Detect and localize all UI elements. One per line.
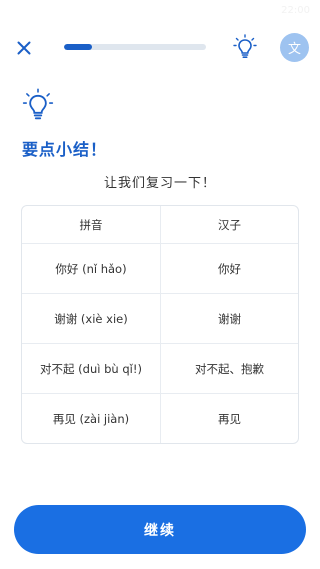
- summary-title: 要点小结！: [22, 140, 108, 159]
- table-row: 谢谢 (xiè xie) 谢谢: [22, 294, 298, 344]
- table-header-row: 拼音 汉子: [22, 206, 298, 244]
- table-row: 你好 (nǐ hǎo) 你好: [22, 244, 298, 294]
- lightbulb-icon: [233, 34, 257, 58]
- vocab-table: 拼音 汉子 你好 (nǐ hǎo) 你好 谢谢 (xiè xie) 谢谢 对不起…: [21, 205, 299, 444]
- hanzi-cell: 再见: [218, 411, 241, 426]
- column-header-pinyin: 拼音: [22, 206, 161, 243]
- hanzi-cell: 你好: [218, 261, 241, 276]
- translate-button[interactable]: 文: [280, 33, 309, 62]
- status-bar: 22:00: [0, 0, 320, 24]
- table-row: 对不起 (duì bù qǐ!) 对不起、抱歉: [22, 344, 298, 394]
- hanzi-cell: 对不起、抱歉: [195, 361, 264, 376]
- hint-button[interactable]: [231, 32, 259, 62]
- pinyin-cell: 你好 (nǐ hǎo): [22, 244, 161, 293]
- pinyin-cell: 谢谢 (xiè xie): [22, 294, 161, 343]
- summary-lightbulb-icon: [22, 88, 54, 122]
- translate-icon: 文: [287, 42, 301, 57]
- hanzi-cell: 谢谢: [218, 311, 241, 326]
- table-row: 再见 (zài jiàn) 再见: [22, 394, 298, 443]
- column-header-hanzi: 汉子: [218, 217, 241, 232]
- close-icon: [17, 41, 31, 55]
- pinyin-cell: 对不起 (duì bù qǐ!): [22, 344, 161, 393]
- top-bar: 文: [0, 30, 320, 66]
- pinyin-cell: 再见 (zài jiàn): [22, 394, 161, 443]
- close-button[interactable]: [12, 36, 36, 60]
- summary-subtitle: 让我们复习一下！: [103, 176, 216, 191]
- continue-button[interactable]: 继续: [14, 505, 306, 554]
- lesson-progress-fill: [64, 44, 93, 50]
- status-time: 22:00: [281, 5, 310, 16]
- lesson-progress-bar: [64, 44, 206, 50]
